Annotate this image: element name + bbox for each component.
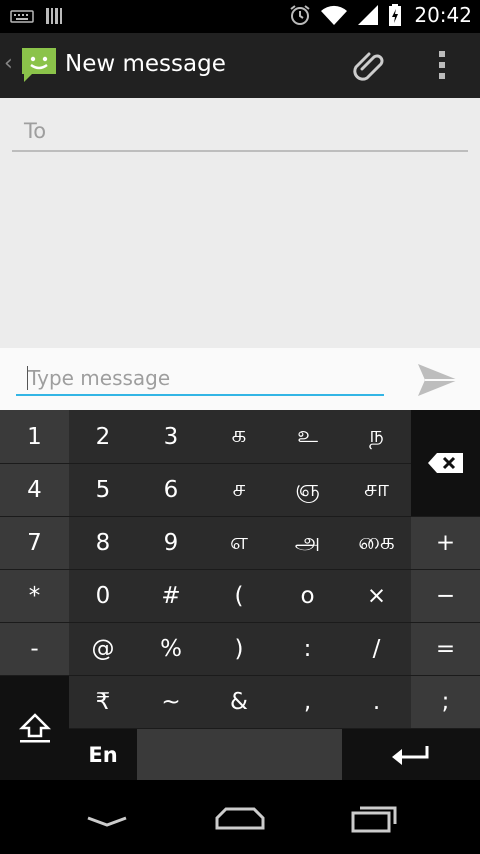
send-button[interactable]: [415, 360, 461, 400]
app-icon[interactable]: [18, 44, 60, 90]
key-tamil-ca[interactable]: ச: [205, 464, 273, 516]
key-tamil-a[interactable]: அ: [273, 517, 342, 569]
key-hyphen[interactable]: -: [0, 623, 69, 675]
shift-key[interactable]: [0, 676, 69, 780]
key-4[interactable]: 4: [0, 464, 69, 516]
enter-icon: [392, 745, 429, 765]
key-tamil-e[interactable]: எ: [205, 517, 273, 569]
key-plus[interactable]: +: [411, 517, 480, 569]
message-placeholder: Type message: [28, 366, 171, 390]
clock: 20:42: [414, 3, 472, 27]
barcode-icon: [46, 8, 62, 24]
status-bar: 20:42: [0, 0, 480, 33]
key-open-paren[interactable]: (: [205, 570, 273, 622]
key-ampersand[interactable]: &: [205, 676, 273, 728]
key-tamil-kai[interactable]: கை: [342, 517, 411, 569]
recent-apps-icon: [351, 806, 397, 833]
key-comma[interactable]: ,: [273, 676, 342, 728]
enter-key[interactable]: [342, 729, 480, 780]
key-close-paren[interactable]: ): [205, 623, 273, 675]
send-icon: [418, 364, 458, 396]
shift-icon: [18, 713, 51, 743]
key-tamil-caa[interactable]: சா: [342, 464, 411, 516]
battery-charging-icon: [389, 4, 402, 26]
compose-area: To: [0, 98, 480, 348]
key-asterisk[interactable]: *: [0, 570, 69, 622]
key-tamil-nya[interactable]: ஞ: [273, 464, 342, 516]
key-6[interactable]: 6: [137, 464, 205, 516]
back-button[interactable]: [84, 800, 130, 836]
key-5[interactable]: 5: [69, 464, 137, 516]
key-9[interactable]: 9: [137, 517, 205, 569]
key-tamil-u[interactable]: உ: [273, 410, 342, 463]
key-8[interactable]: 8: [69, 517, 137, 569]
spacebar[interactable]: [137, 729, 342, 780]
backspace-icon: [427, 453, 463, 473]
recent-apps-button[interactable]: [350, 800, 398, 838]
key-tilde[interactable]: ~: [137, 676, 205, 728]
recipient-placeholder: To: [24, 119, 47, 143]
key-period[interactable]: .: [342, 676, 411, 728]
key-3[interactable]: 3: [137, 410, 205, 463]
key-colon[interactable]: :: [273, 623, 342, 675]
key-tamil-zero[interactable]: o: [273, 570, 342, 622]
back-icon: [87, 816, 127, 827]
navigation-bar: [0, 780, 480, 854]
key-7[interactable]: 7: [0, 517, 69, 569]
key-0[interactable]: 0: [69, 570, 137, 622]
home-button[interactable]: [214, 800, 266, 838]
wifi-icon: [321, 5, 348, 25]
up-caret-icon[interactable]: ‹: [4, 51, 13, 76]
keyboard: 1 2 3 க உ ந 4 5 6 ச ஞ சா 7 8 9 எ அ கை + …: [0, 410, 480, 780]
action-bar: ‹ New message: [0, 33, 480, 98]
paperclip-icon[interactable]: [350, 47, 388, 89]
key-rupee[interactable]: ₹: [69, 676, 137, 728]
page-title: New message: [65, 51, 226, 77]
key-minus[interactable]: −: [411, 570, 480, 622]
key-tamil-ka[interactable]: க: [205, 410, 273, 463]
key-slash[interactable]: /: [342, 623, 411, 675]
keyboard-icon: [10, 10, 34, 23]
language-key[interactable]: En: [69, 729, 137, 780]
alarm-icon: [290, 5, 310, 25]
backspace-key[interactable]: [411, 410, 480, 516]
signal-icon: [358, 5, 379, 25]
key-hash[interactable]: #: [137, 570, 205, 622]
key-percent[interactable]: %: [137, 623, 205, 675]
recipient-field[interactable]: To: [12, 118, 468, 152]
home-icon: [215, 807, 265, 830]
overflow-menu-icon[interactable]: [430, 49, 454, 85]
key-2[interactable]: 2: [69, 410, 137, 463]
key-tamil-na[interactable]: ந: [342, 410, 411, 463]
message-input[interactable]: Type message: [16, 360, 384, 396]
key-1[interactable]: 1: [0, 410, 69, 463]
key-equals[interactable]: =: [411, 623, 480, 675]
key-multiply[interactable]: ×: [342, 570, 411, 622]
key-semicolon[interactable]: ;: [411, 676, 480, 728]
key-at[interactable]: @: [69, 623, 137, 675]
message-bar: Type message: [0, 348, 480, 410]
